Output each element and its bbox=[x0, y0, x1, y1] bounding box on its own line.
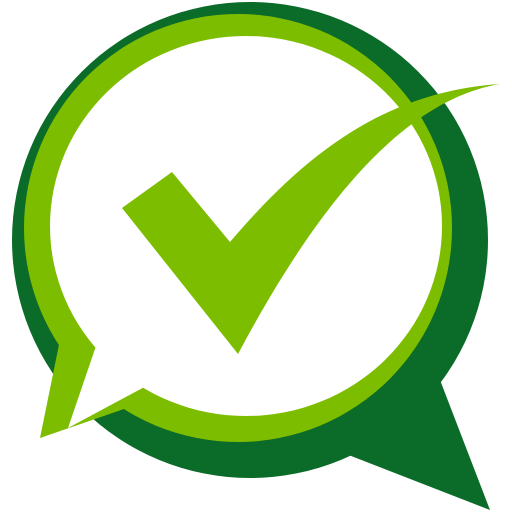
app-icon-canvas bbox=[0, 0, 512, 512]
chat-bubble-checkmark-icon bbox=[12, 2, 500, 510]
